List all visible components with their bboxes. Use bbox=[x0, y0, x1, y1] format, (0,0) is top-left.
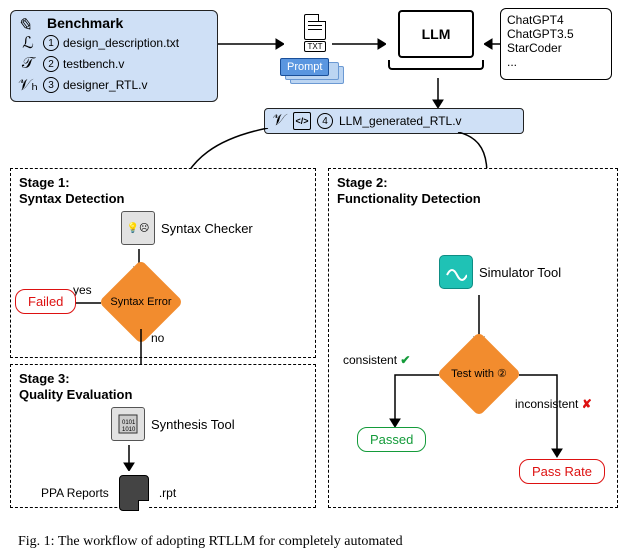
x-icon: ✘ bbox=[582, 397, 592, 411]
arrow bbox=[123, 445, 135, 471]
circled-1: 1 bbox=[43, 35, 59, 51]
stage2-title1: Stage 2: bbox=[337, 175, 609, 191]
syntax-checker-tool: 💡☹ Syntax Checker bbox=[121, 211, 253, 245]
inconsistent-label: inconsistent ✘ bbox=[515, 397, 592, 411]
stage2-box: Stage 2: Functionality Detection Simulat… bbox=[328, 168, 618, 508]
consistent-label: consistent ✔ bbox=[343, 353, 410, 367]
synthesis-tool-icon: 01011010 bbox=[111, 407, 145, 441]
passed-pill: Passed bbox=[357, 427, 426, 452]
code-icon: </> bbox=[293, 112, 311, 130]
ppa-label: PPA Reports bbox=[41, 486, 109, 500]
rpt-ext: .rpt bbox=[159, 486, 176, 500]
simulator-icon bbox=[439, 255, 473, 289]
llm-screen-label: LLM bbox=[398, 10, 474, 58]
stage3-box: Stage 3: Quality Evaluation 01011010 Syn… bbox=[10, 364, 316, 508]
simulator-label: Simulator Tool bbox=[479, 265, 561, 280]
arrow bbox=[332, 38, 386, 50]
circled-4: 4 bbox=[317, 113, 333, 129]
stage1-box: Stage 1: Syntax Detection 💡☹ Syntax Chec… bbox=[10, 168, 316, 358]
check-icon: ✔ bbox=[400, 353, 410, 367]
benchmark-box: ✎ Benchmark ℒ 1 design_description.txt 𝒯… bbox=[10, 10, 218, 102]
failed-pill: Failed bbox=[15, 289, 76, 314]
file-name: LLM_generated_RTL.v bbox=[339, 114, 462, 128]
symbol-T: 𝒯 bbox=[17, 55, 39, 73]
circled-3: 3 bbox=[43, 77, 59, 93]
svg-text:0101: 0101 bbox=[122, 420, 136, 426]
llm-item: ChatGPT4 bbox=[507, 13, 605, 27]
workflow-diagram: ✎ Benchmark ℒ 1 design_description.txt 𝒯… bbox=[8, 8, 632, 528]
syntax-checker-label: Syntax Checker bbox=[161, 221, 253, 236]
stage2-title2: Functionality Detection bbox=[337, 191, 609, 207]
arrow bbox=[519, 369, 569, 459]
diamond-label: Syntax Error bbox=[99, 275, 183, 329]
symbol-L: ℒ bbox=[17, 33, 39, 53]
signature-icon: ✎ bbox=[17, 15, 32, 36]
diamond-label: Test with ② bbox=[437, 347, 521, 401]
synthesis-tool: 01011010 Synthesis Tool bbox=[111, 407, 235, 441]
synthesis-tool-label: Synthesis Tool bbox=[151, 417, 235, 432]
syntax-error-diamond: Syntax Error bbox=[99, 275, 183, 329]
file-name: design_description.txt bbox=[63, 36, 179, 50]
circled-2: 2 bbox=[43, 56, 59, 72]
rpt-file-icon bbox=[119, 475, 149, 511]
arrow bbox=[484, 38, 500, 50]
figure-caption: Fig. 1: The workflow of adopting RTLLM f… bbox=[8, 534, 632, 550]
txt-badge: TXT bbox=[304, 41, 325, 52]
arrow bbox=[385, 369, 439, 429]
benchmark-row: ℒ 1 design_description.txt bbox=[17, 33, 211, 53]
prompt-label: Prompt bbox=[280, 58, 329, 76]
benchmark-row: 𝒯 2 testbench.v bbox=[17, 55, 211, 73]
svg-text:1010: 1010 bbox=[122, 427, 136, 433]
stage3-title2: Quality Evaluation bbox=[19, 387, 307, 403]
laptop-icon: LLM bbox=[388, 10, 484, 78]
generated-rtl-box: 𝒱 </> 4 LLM_generated_RTL.v bbox=[264, 108, 524, 134]
prompt-stack: Prompt bbox=[280, 58, 329, 76]
benchmark-row: 𝒱ₕ 3 designer_RTL.v bbox=[17, 75, 211, 95]
arrow bbox=[218, 38, 284, 50]
txt-file-icon: TXT bbox=[300, 14, 330, 52]
pass-rate-pill: Pass Rate bbox=[519, 459, 605, 484]
simulator-tool: Simulator Tool bbox=[439, 255, 561, 289]
syntax-checker-icon: 💡☹ bbox=[121, 211, 155, 245]
llm-list-box: ChatGPT4 ChatGPT3.5 StarCoder ... bbox=[500, 8, 612, 80]
stage1-title1: Stage 1: bbox=[19, 175, 307, 191]
ppa-output: PPA Reports .rpt bbox=[41, 475, 176, 511]
symbol-VH: 𝒱ₕ bbox=[17, 75, 39, 95]
test-diamond: Test with ② bbox=[437, 347, 521, 401]
llm-item: ChatGPT3.5 bbox=[507, 27, 605, 41]
file-name: designer_RTL.v bbox=[63, 78, 148, 92]
stage1-title2: Syntax Detection bbox=[19, 191, 307, 207]
llm-item: StarCoder bbox=[507, 41, 605, 55]
no-label: no bbox=[151, 331, 164, 345]
yes-label: yes bbox=[73, 283, 92, 297]
stage3-title1: Stage 3: bbox=[19, 371, 307, 387]
llm-item: ... bbox=[507, 55, 605, 69]
arrow bbox=[432, 78, 444, 108]
file-name: testbench.v bbox=[63, 57, 124, 71]
benchmark-title: Benchmark bbox=[47, 15, 211, 31]
